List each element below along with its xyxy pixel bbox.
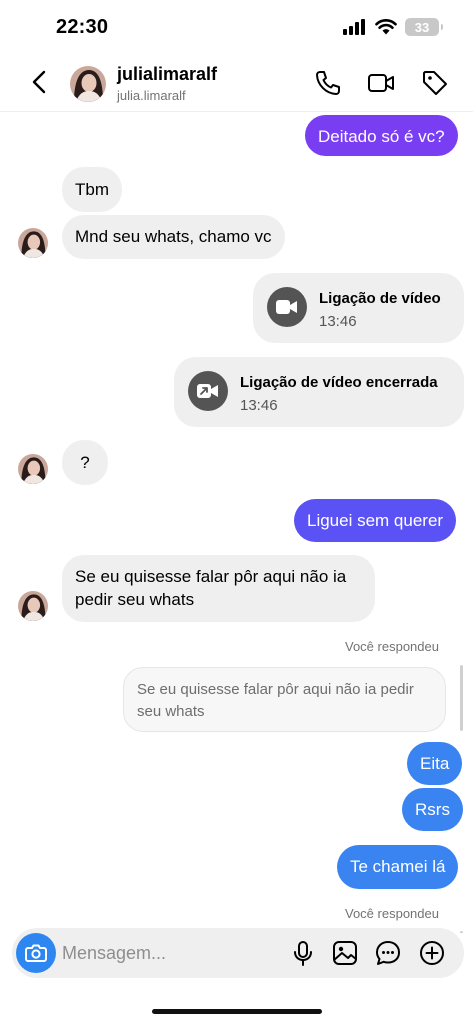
message-bubble-incoming[interactable]: Se eu quisesse falar pôr aqui não ia ped…	[62, 555, 375, 622]
camera-icon	[25, 944, 47, 962]
scroll-indicator[interactable]	[460, 665, 463, 731]
message-bubble-outgoing[interactable]: Deitado só é vc?	[305, 115, 458, 156]
video-camera-icon[interactable]	[366, 68, 396, 98]
call-time: 13:46	[240, 397, 278, 414]
status-icons: 33	[343, 18, 443, 36]
battery-level: 33	[414, 19, 430, 35]
video-call-ended-icon	[188, 371, 228, 411]
message-thread[interactable]: Deitado só é vc? Tbm Mnd seu whats, cham…	[0, 113, 473, 933]
reply-quote[interactable]: Se eu quisesse falar pôr aqui não ia ped…	[123, 667, 446, 732]
wifi-icon	[375, 19, 397, 35]
microphone-icon[interactable]	[289, 939, 317, 967]
phone-icon[interactable]	[313, 68, 343, 98]
message-bubble-incoming[interactable]: Tbm	[62, 167, 122, 212]
replied-label: Você respondeu	[345, 639, 439, 654]
back-arrow-icon[interactable]	[26, 68, 54, 96]
message-bubble-outgoing[interactable]: Rsrs	[402, 788, 463, 831]
home-indicator[interactable]	[152, 1009, 322, 1014]
status-bar: 22:30 33	[0, 0, 473, 56]
contact-avatar[interactable]	[18, 454, 48, 484]
signal-icon	[343, 19, 365, 35]
video-call-card[interactable]: Ligação de vídeo 13:46	[253, 273, 464, 343]
call-title: Ligação de vídeo encerrada	[240, 374, 438, 391]
tag-icon[interactable]	[420, 68, 450, 98]
message-bubble-incoming[interactable]: ?	[62, 440, 108, 485]
message-bubble-outgoing[interactable]: Te chamei lá	[337, 845, 459, 889]
message-composer	[12, 928, 464, 978]
sticker-icon[interactable]	[374, 939, 402, 967]
contact-username[interactable]: julia.limaralf	[117, 88, 186, 103]
message-input[interactable]	[62, 942, 282, 964]
replied-label: Você respondeu	[345, 906, 439, 921]
gallery-icon[interactable]	[331, 939, 359, 967]
call-title: Ligação de vídeo	[319, 290, 441, 307]
message-bubble-outgoing[interactable]: Liguei sem querer	[294, 499, 457, 542]
battery-icon: 33	[405, 18, 443, 36]
scroll-indicator[interactable]	[460, 931, 463, 933]
header-avatar[interactable]	[70, 66, 106, 102]
chat-header: julialimaralf julia.limaralf	[0, 56, 473, 112]
plus-icon[interactable]	[418, 939, 446, 967]
video-call-icon	[267, 287, 307, 327]
message-bubble-outgoing[interactable]: Eita	[407, 742, 463, 785]
contact-avatar[interactable]	[18, 228, 48, 258]
video-call-ended-card[interactable]: Ligação de vídeo encerrada 13:46	[174, 357, 464, 427]
camera-button[interactable]	[16, 933, 56, 973]
status-time: 22:30	[56, 16, 109, 38]
message-bubble-incoming[interactable]: Mnd seu whats, chamo vc	[62, 215, 285, 259]
contact-avatar[interactable]	[18, 591, 48, 621]
call-time: 13:46	[319, 313, 357, 330]
contact-name[interactable]: julialimaralf	[117, 64, 217, 85]
